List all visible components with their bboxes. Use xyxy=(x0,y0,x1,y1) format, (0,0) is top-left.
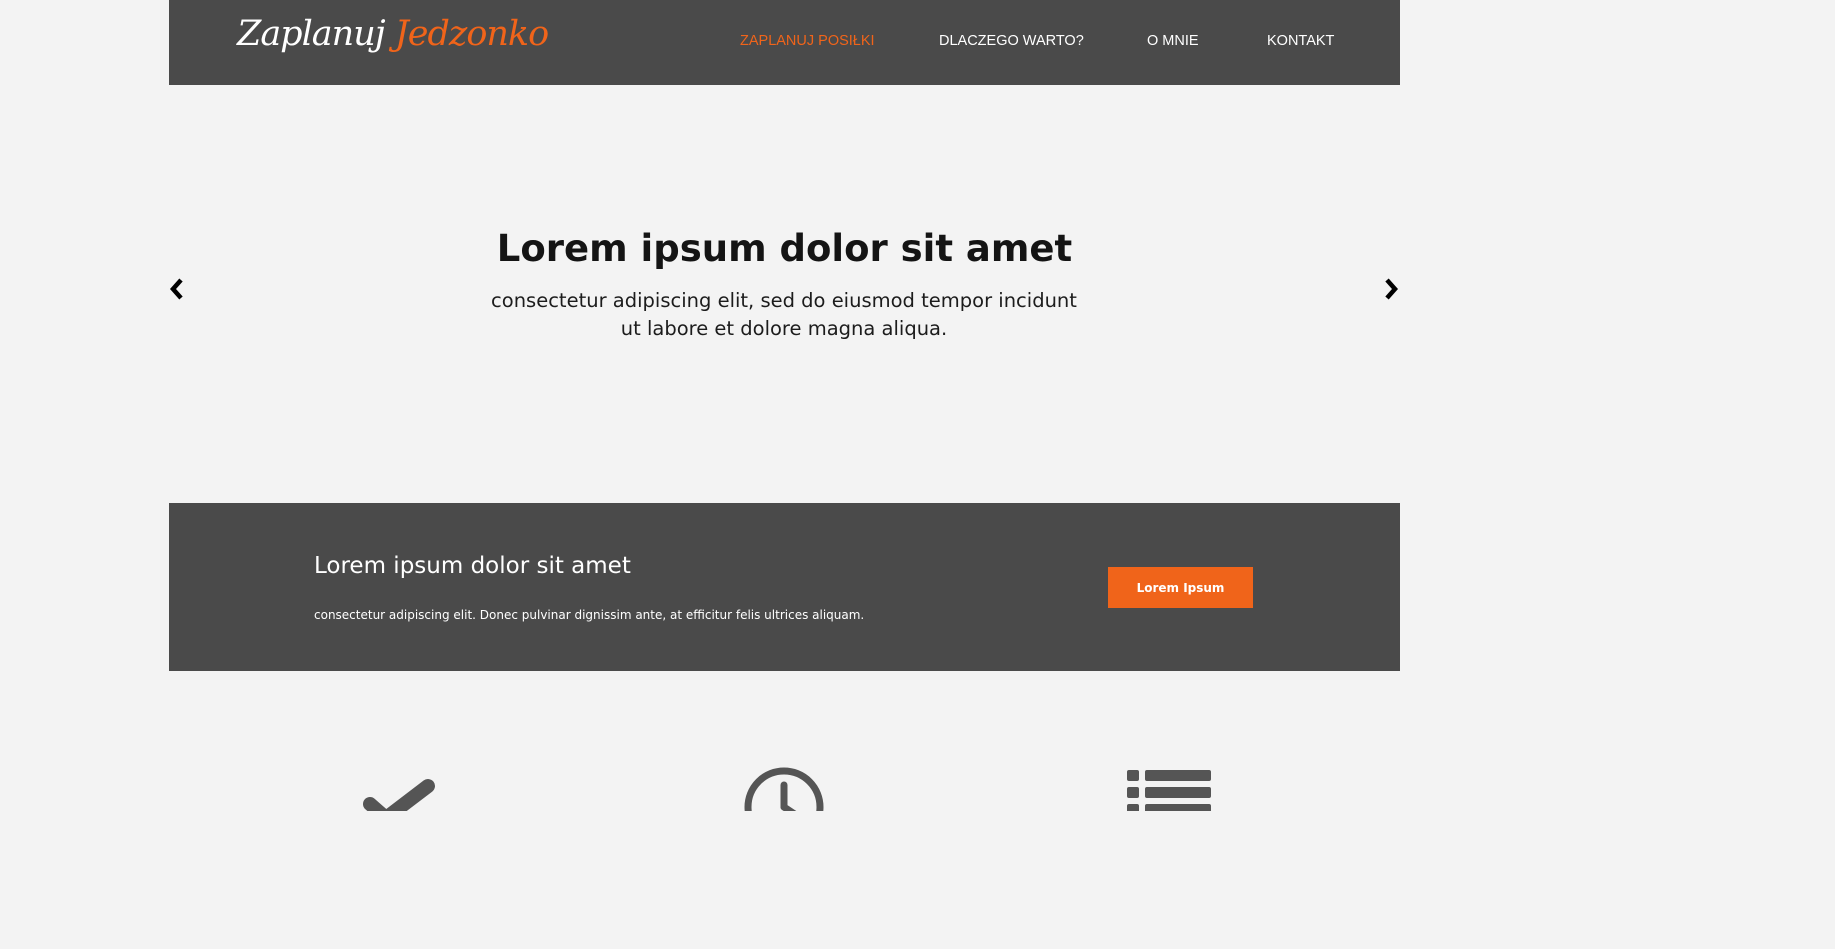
chevron-left-icon xyxy=(169,278,183,300)
nav-link-contact[interactable]: KONTAKT xyxy=(1267,33,1334,49)
nav-link-why-worth-it[interactable]: DLACZEGO WARTO? xyxy=(939,33,1084,49)
hero-carousel: Lorem ipsum dolor sit amet consectetur a… xyxy=(169,85,1400,503)
cta-title: Lorem ipsum dolor sit amet xyxy=(314,553,631,579)
page: Zaplanuj Jedzonko ZAPLANUJ POSIŁKI DLACZ… xyxy=(0,0,1568,811)
carousel-next-button[interactable] xyxy=(1380,275,1400,303)
nav-link-plan-meals[interactable]: ZAPLANUJ POSIŁKI xyxy=(740,33,875,49)
clock-icon xyxy=(744,767,824,811)
chevron-right-icon xyxy=(1385,278,1399,300)
cta-section: Lorem ipsum dolor sit amet consectetur a… xyxy=(169,503,1400,671)
hero-title: Lorem ipsum dolor sit amet xyxy=(496,227,1073,270)
hero-subtitle: consectetur adipiscing elit, sed do eius… xyxy=(491,289,1077,340)
navbar: Zaplanuj Jedzonko ZAPLANUJ POSIŁKI DLACZ… xyxy=(169,0,1400,85)
carousel-prev-button[interactable] xyxy=(168,275,188,303)
list-icon xyxy=(1127,770,1211,811)
cta-button[interactable]: Lorem Ipsum xyxy=(1108,567,1253,608)
nav-link-about-me[interactable]: O MNIE xyxy=(1147,33,1199,49)
checkmark-icon xyxy=(363,779,435,811)
main-nav: ZAPLANUJ POSIŁKI DLACZEGO WARTO? O MNIE … xyxy=(169,33,1400,53)
cta-text: consectetur adipiscing elit. Donec pulvi… xyxy=(314,608,865,622)
